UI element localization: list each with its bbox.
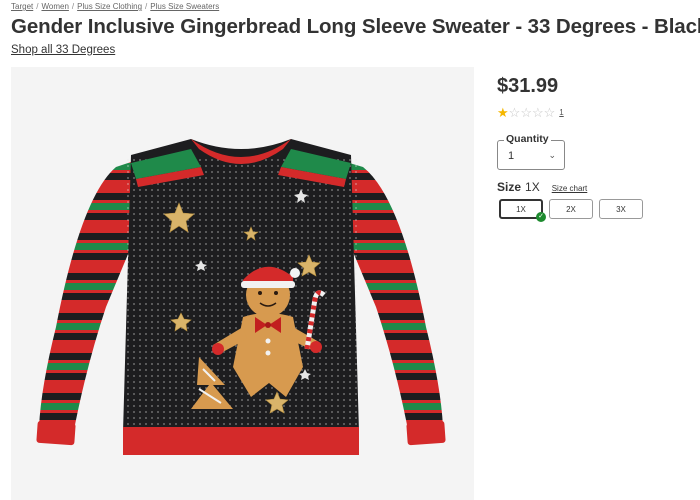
size-option-label: 2X [566,204,576,214]
size-option-3x[interactable]: 3X [599,199,643,219]
rating-stars[interactable]: ★ ☆ ☆ ☆ ☆ 1 [497,106,564,119]
rating-count-link[interactable]: 1 [559,108,563,117]
size-chart-link[interactable]: Size chart [552,184,588,193]
left-cuff [36,420,76,446]
size-option-1x[interactable]: 1X ✓ [499,199,546,222]
star-empty-icon: ☆ [520,105,532,120]
size-header: Size 1X Size chart [497,180,587,194]
size-option-label: 1X [516,204,526,214]
breadcrumb-separator: / [145,2,148,11]
product-title: Gender Inclusive Gingerbread Long Sleeve… [11,15,700,38]
star-empty-icon: ☆ [543,105,556,120]
star-empty-icon: ☆ [508,105,521,120]
selected-size-value: 1X [525,180,540,194]
breadcrumb-separator: / [36,2,39,11]
breadcrumb-link-target[interactable]: Target [11,2,33,11]
quantity-select[interactable]: Quantity 1 ⌄ [497,133,565,170]
star-empty-icon: ☆ [531,105,544,120]
quantity-value: 1 [508,150,515,162]
quantity-label: Quantity [504,133,551,145]
size-label: Size [497,180,522,194]
breadcrumb-separator: / [71,2,75,11]
sweater-illustration [36,139,446,455]
size-option-2x[interactable]: 2X [549,199,593,219]
chevron-down-icon: ⌄ [548,150,556,160]
shop-all-brand-link[interactable]: Shop all 33 Degrees [11,44,115,56]
size-option-label: 3X [616,204,626,214]
breadcrumb-link-plus-size-clothing[interactable]: Plus Size Clothing [77,2,142,11]
left-sleeve [39,162,131,435]
check-icon: ✓ [536,212,546,222]
breadcrumb-link-women[interactable]: Women [41,2,68,11]
breadcrumb-link-plus-size-sweaters[interactable]: Plus Size Sweaters [150,2,219,11]
right-sleeve [346,162,443,435]
waistband [123,427,359,455]
star-icon: ★ [497,105,509,120]
product-price: $31.99 [497,75,559,97]
breadcrumb: Target / Women / Plus Size Clothing / Plus Siz… [11,2,219,11]
product-image[interactable] [11,67,474,500]
right-cuff [406,420,446,446]
